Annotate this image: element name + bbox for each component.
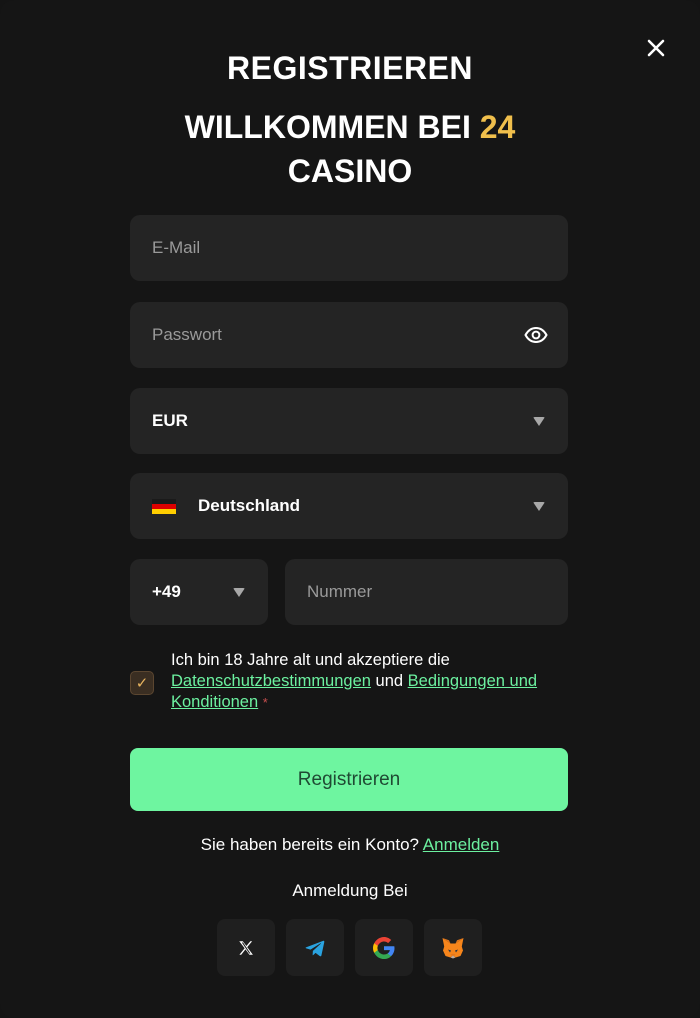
phone-number-field[interactable]: [307, 582, 546, 602]
login-link[interactable]: Anmelden: [423, 835, 500, 854]
telegram-login-button[interactable]: [286, 919, 344, 976]
welcome-prefix: WILLKOMMEN BEI: [184, 109, 471, 145]
registration-modal: REGISTRIEREN WILLKOMMEN BEI 24 CASINO EU…: [0, 0, 700, 1018]
checkmark-icon: ✓: [135, 675, 149, 692]
consent-checkbox[interactable]: ✓: [130, 671, 154, 695]
x-icon: [239, 940, 253, 955]
country-select[interactable]: Deutschland: [130, 473, 568, 539]
currency-value: EUR: [152, 411, 188, 430]
welcome-heading: WILLKOMMEN BEI 24 CASINO: [150, 105, 550, 193]
germany-flag-icon: [152, 498, 176, 514]
login-prompt: Sie haben bereits ein Konto? Anmelden: [0, 835, 700, 855]
telegram-icon: [305, 940, 325, 956]
phone-number-container: [285, 559, 568, 625]
google-login-button[interactable]: [355, 919, 413, 976]
page-title: REGISTRIEREN: [226, 50, 474, 86]
required-mark: *: [262, 695, 268, 710]
country-value: Deutschland: [198, 496, 301, 515]
email-field-container: [130, 215, 568, 281]
chevron-down-icon: [233, 587, 245, 597]
welcome-accent: 24: [479, 109, 516, 145]
consent-text-before: Ich bin 18 Jahre alt und akzeptiere die: [171, 651, 450, 669]
phone-code-value: +49: [152, 582, 181, 601]
social-login-buttons: [217, 919, 482, 976]
chevron-down-icon: [533, 501, 545, 511]
currency-select[interactable]: EUR: [130, 388, 568, 454]
privacy-policy-link[interactable]: Datenschutzbestimmungen: [171, 672, 371, 690]
consent-text: Ich bin 18 Jahre alt und akzeptiere die …: [171, 650, 568, 713]
eye-icon[interactable]: [524, 323, 548, 347]
login-prompt-text: Sie haben bereits ein Konto?: [200, 835, 419, 854]
register-button[interactable]: Registrieren: [130, 748, 568, 811]
x-login-button[interactable]: [217, 919, 275, 976]
metamask-fox-icon: [442, 937, 464, 958]
google-icon: [373, 936, 395, 959]
chevron-down-icon: [533, 416, 545, 426]
password-field[interactable]: [152, 325, 524, 345]
password-field-container: [130, 302, 568, 368]
metamask-login-button[interactable]: [424, 919, 482, 976]
social-login-heading: Anmeldung Bei: [292, 881, 408, 900]
email-field[interactable]: [152, 238, 546, 258]
welcome-suffix: CASINO: [287, 153, 413, 189]
phone-code-select[interactable]: +49: [130, 559, 268, 625]
consent-row: ✓ Ich bin 18 Jahre alt und akzeptiere di…: [130, 650, 568, 713]
consent-connector: und: [375, 672, 404, 690]
